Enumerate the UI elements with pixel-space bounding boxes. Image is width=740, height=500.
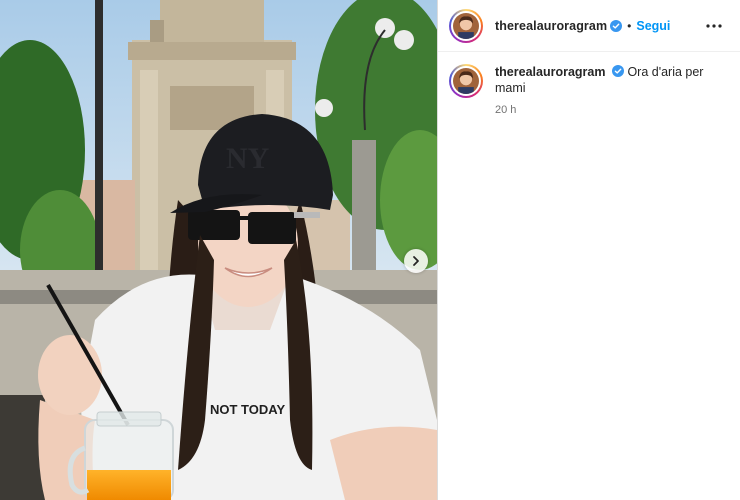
follow-button[interactable]: Segui — [636, 19, 670, 33]
post-photo[interactable]: NY NOT TODAY — [0, 0, 437, 500]
svg-text:NY: NY — [226, 142, 270, 175]
post-timestamp[interactable]: 20 h — [495, 104, 726, 116]
more-options-icon — [706, 23, 722, 28]
photo-image: NY NOT TODAY — [0, 0, 437, 500]
chevron-right-icon — [413, 256, 419, 266]
separator-dot: • — [627, 18, 632, 33]
more-options-button[interactable] — [702, 14, 726, 38]
verified-badge-icon — [610, 19, 623, 32]
carousel-next-button[interactable] — [404, 249, 428, 273]
caption-avatar[interactable] — [449, 64, 483, 98]
avatar[interactable] — [449, 8, 483, 43]
caption-text: therealauroragram Ora d'aria per mami — [495, 64, 726, 96]
verified-badge-icon — [611, 65, 624, 77]
post-header: therealauroragram • Segui — [438, 0, 740, 52]
post-sidebar: therealauroragram • Segui therealaurorag… — [437, 0, 740, 500]
tshirt-text: NOT TODAY — [210, 402, 285, 417]
caption-comment: therealauroragram Ora d'aria per mami 20… — [438, 52, 740, 116]
caption-username[interactable]: therealauroragram — [495, 65, 605, 79]
profile-picture — [453, 68, 479, 94]
username-link[interactable]: therealauroragram — [495, 19, 607, 33]
profile-picture — [453, 12, 479, 39]
